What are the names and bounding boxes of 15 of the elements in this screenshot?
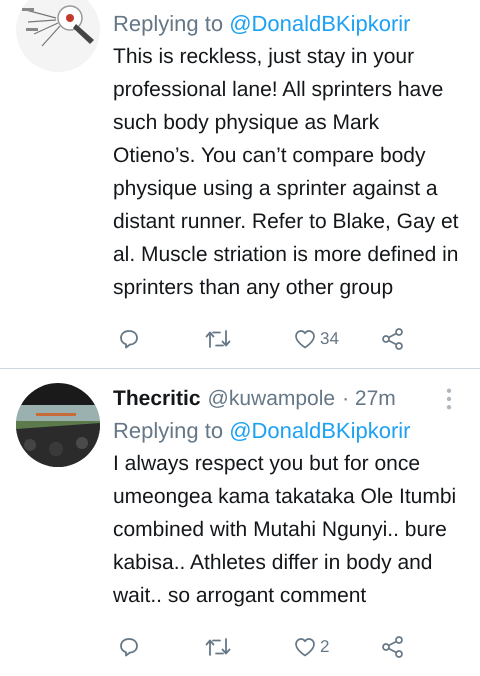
share-icon[interactable] bbox=[381, 635, 405, 659]
user-handle[interactable]: @kuwampole bbox=[208, 387, 336, 411]
author-name[interactable]: Thecritic bbox=[113, 387, 201, 411]
tweet-text: This is reckless, just stay in your professional lane! All sprinters have such body physique as Mark Otieno’s. You can’t compare body physique using a sprinter against a distant runner. Refer to Blake, Gay et al. Muscle striation is more defined in sprinters than any other group bbox=[113, 44, 460, 301]
mention-link[interactable]: @DonaldBKipkorir bbox=[229, 11, 410, 36]
like-count: 34 bbox=[320, 329, 339, 349]
mention-link[interactable]: @DonaldBKipkorir bbox=[229, 418, 410, 443]
timestamp: · 27m bbox=[342, 387, 396, 411]
tweet-text: I always respect you but for once umeongea kama takataka Ole Itumbi combined with Mutahi Ngunyi.. bure kabisa.. Athletes differ in body and wait.. so arrogant comment bbox=[113, 451, 458, 609]
replying-label: Replying to bbox=[113, 11, 224, 36]
like-count: 2 bbox=[320, 637, 330, 657]
replying-label: Replying to bbox=[113, 418, 224, 443]
like-icon[interactable] bbox=[293, 327, 317, 351]
like-icon[interactable] bbox=[293, 635, 317, 659]
share-icon[interactable] bbox=[381, 327, 405, 351]
